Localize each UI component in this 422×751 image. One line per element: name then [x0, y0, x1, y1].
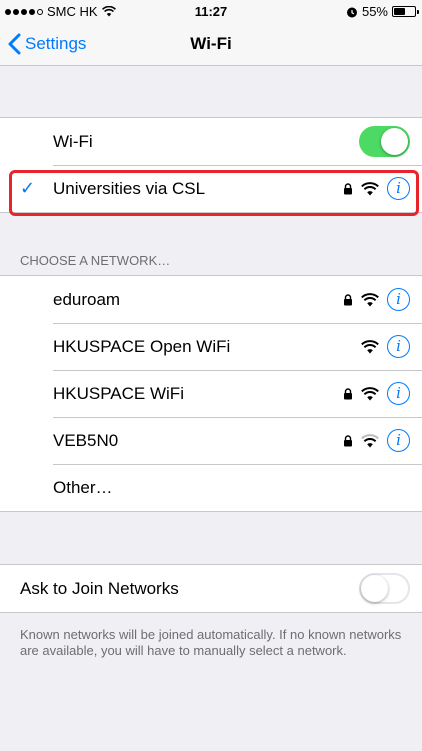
- wifi-toggle-label: Wi-Fi: [53, 131, 93, 151]
- ask-to-join-row: Ask to Join Networks: [0, 565, 422, 612]
- page-title: Wi-Fi: [190, 34, 232, 53]
- battery-percent: 55%: [361, 4, 388, 19]
- connected-network-name: Universities via CSL: [53, 178, 206, 198]
- info-icon[interactable]: i: [387, 177, 410, 200]
- info-icon[interactable]: i: [387, 429, 410, 452]
- lock-icon: [344, 293, 352, 305]
- info-icon[interactable]: i: [387, 382, 410, 405]
- lock-icon: [344, 434, 352, 446]
- footer-note: Known networks will be joined automatica…: [20, 627, 402, 658]
- network-status-icons: i: [343, 177, 410, 200]
- networks-group: eduroam i HKUSPACE Open WiFi i HKUSPACE …: [0, 275, 422, 512]
- section-header: CHOOSE A NETWORK…: [20, 253, 171, 268]
- wifi-toggle-switch[interactable]: [359, 126, 410, 157]
- network-row[interactable]: HKUSPACE WiFi i: [0, 370, 422, 417]
- network-name: HKUSPACE WiFi: [53, 383, 184, 403]
- wifi-group: Wi-Fi ✓ Universities via CSL i: [0, 117, 422, 213]
- connected-network-row[interactable]: ✓ Universities via CSL i: [0, 165, 422, 212]
- battery-fill: [394, 8, 405, 15]
- battery-icon: [392, 6, 419, 17]
- status-bar: SMC HK 11:27 55%: [0, 0, 422, 22]
- status-right: 55%: [346, 4, 419, 19]
- wifi-signal-icon: [361, 433, 379, 447]
- wifi-signal-icon: [361, 292, 379, 306]
- network-name: VEB5N0: [53, 430, 119, 450]
- ask-to-join-label: Ask to Join Networks: [20, 578, 179, 598]
- wifi-signal-icon: [361, 181, 379, 195]
- ask-to-join-group: Ask to Join Networks: [0, 564, 422, 613]
- wifi-toggle-row: Wi-Fi: [0, 118, 422, 165]
- network-row[interactable]: HKUSPACE Open WiFi i: [0, 323, 422, 370]
- network-name: HKUSPACE Open WiFi: [53, 336, 231, 356]
- other-network-label: Other…: [53, 477, 113, 497]
- info-icon[interactable]: i: [387, 335, 410, 358]
- network-row[interactable]: VEB5N0 i: [0, 417, 422, 464]
- info-icon[interactable]: i: [387, 288, 410, 311]
- wifi-signal-icon: [361, 386, 379, 400]
- checkmark-icon: ✓: [20, 178, 36, 198]
- network-row[interactable]: eduroam i: [0, 276, 422, 323]
- alarm-clock-icon: [346, 7, 357, 17]
- network-name: eduroam: [53, 289, 121, 309]
- lock-icon: [344, 387, 352, 399]
- wifi-signal-icon: [361, 339, 379, 353]
- lock-icon: [344, 182, 352, 194]
- navigation-bar: Settings Wi-Fi: [0, 22, 422, 66]
- ask-to-join-switch[interactable]: [359, 573, 410, 604]
- other-network-row[interactable]: Other…: [0, 464, 422, 511]
